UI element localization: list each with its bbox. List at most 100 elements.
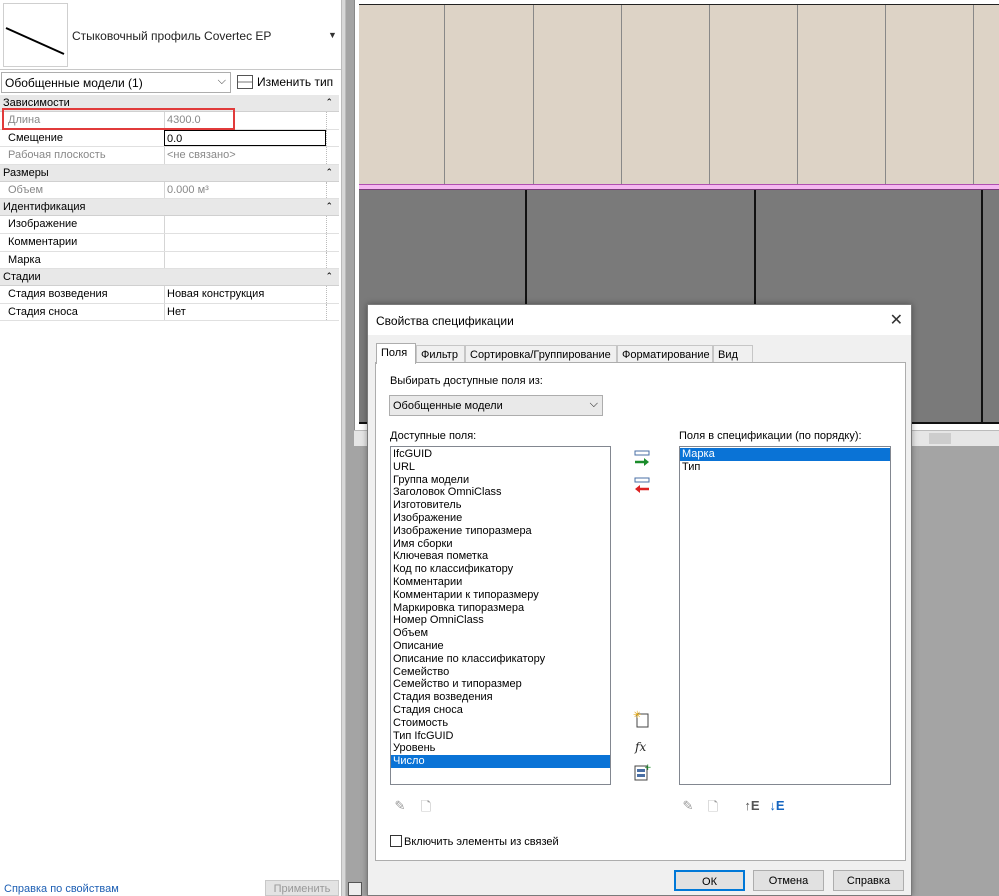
list-item[interactable]: Стадия возведения	[391, 691, 610, 704]
row-workplane: Рабочая плоскость <не связано>	[0, 147, 339, 165]
panel-joint	[621, 5, 622, 187]
tab-appearance[interactable]: Вид	[713, 345, 753, 363]
list-item[interactable]: IfcGUID	[391, 448, 610, 461]
delete-parameter-icon[interactable]: 🗋	[416, 798, 436, 816]
list-item[interactable]: Изображение	[391, 512, 610, 525]
comments-value[interactable]	[164, 233, 326, 251]
image-label: Изображение	[8, 218, 78, 231]
properties-palette: Стыковочный профиль Covertec EP ▼ Обобще…	[0, 0, 341, 896]
list-item[interactable]: Тип IfcGUID	[391, 730, 610, 743]
view-control-button[interactable]	[348, 882, 362, 896]
length-highlight-frame	[2, 108, 235, 130]
list-item[interactable]: Изготовитель	[391, 499, 610, 512]
row-end	[326, 129, 339, 147]
collapse-icon[interactable]: ⌃	[325, 271, 333, 282]
phase-created-value[interactable]: Новая конструкция	[164, 286, 326, 303]
group-phasing[interactable]: Стадии ⌃	[0, 269, 339, 287]
properties-help-link[interactable]: Справка по свойствам	[4, 883, 119, 895]
list-item[interactable]: Семейство	[391, 666, 610, 679]
list-item[interactable]: Номер OmniClass	[391, 614, 610, 627]
help-button[interactable]: Справка	[833, 870, 904, 891]
tab-formatting[interactable]: Форматирование	[617, 345, 713, 363]
list-item[interactable]: Стадия сноса	[391, 704, 610, 717]
delete-parameter-icon[interactable]: 🗋	[703, 798, 723, 816]
list-item[interactable]: Комментарии	[391, 576, 610, 589]
move-up-icon[interactable]: ↑E	[740, 798, 764, 816]
row-end	[326, 112, 339, 129]
dialog-titlebar[interactable]: Свойства спецификации ✕	[368, 305, 911, 335]
apply-button[interactable]: Применить	[265, 880, 339, 896]
phase-demolished-value[interactable]: Нет	[164, 303, 326, 321]
group-dimensions[interactable]: Размеры ⌃	[0, 164, 339, 182]
offset-input[interactable]: 0.0	[164, 129, 326, 147]
collapse-icon[interactable]: ⌃	[325, 97, 333, 108]
ok-button[interactable]: ОК	[674, 870, 745, 891]
list-item[interactable]: Марка	[680, 448, 890, 461]
dropdown-arrow-icon[interactable]: ▼	[328, 30, 337, 40]
fields-tab-page: Выбирать доступные поля из: Обобщенные м…	[375, 362, 906, 861]
list-item[interactable]: Число	[391, 755, 610, 768]
combine-parameters-button[interactable]: +	[632, 762, 652, 782]
cancel-button[interactable]: Отмена	[753, 870, 824, 891]
list-item[interactable]: Код по классификатору	[391, 563, 610, 576]
edit-type-icon	[237, 75, 253, 89]
list-item[interactable]: Семейство и типоразмер	[391, 678, 610, 691]
group-label: Размеры	[3, 166, 49, 179]
edit-parameter-icon[interactable]: ✎	[390, 798, 410, 816]
add-field-button[interactable]	[632, 449, 652, 469]
schedule-properties-dialog: Свойства спецификации ✕ Поля Фильтр Сорт…	[367, 304, 912, 896]
element-filter-dropdown[interactable]: Обобщенные модели (1) ⌵	[1, 72, 231, 93]
row-end	[326, 147, 339, 164]
list-item[interactable]: Группа модели	[391, 474, 610, 487]
edit-parameter-icon[interactable]: ✎	[678, 798, 698, 816]
combine-parameters-icon: +	[634, 763, 652, 781]
list-item[interactable]: Маркировка типоразмера	[391, 602, 610, 615]
calculated-value-button[interactable]: fx	[634, 736, 654, 756]
group-label: Стадии	[3, 271, 41, 284]
move-down-icon[interactable]: ↓E	[765, 798, 789, 816]
available-fields-list[interactable]: IfcGUID URL Группа модели Заголовок OmniCla…	[390, 446, 611, 785]
volume-label: Объем	[8, 183, 44, 196]
chevron-down-icon: ⌵	[217, 75, 226, 87]
properties-footer: Справка по свойствам Применить	[0, 880, 341, 896]
scrollbar-thumb[interactable]	[929, 433, 951, 444]
list-item[interactable]: Уровень	[391, 742, 610, 755]
row-phase-created: Стадия возведения Новая конструкция	[0, 286, 339, 304]
list-item[interactable]: Тип	[680, 461, 890, 474]
category-dropdown[interactable]: Обобщенные модели ⌵	[389, 395, 603, 416]
list-item[interactable]: Ключевая пометка	[391, 550, 610, 563]
include-links-label: Включить элементы из связей	[404, 836, 559, 848]
remove-field-button[interactable]	[632, 476, 652, 496]
list-item[interactable]: Изображение типоразмера	[391, 525, 610, 538]
list-item[interactable]: Заголовок OmniClass	[391, 486, 610, 499]
scheduled-fields-list[interactable]: Марка Тип	[679, 446, 891, 785]
include-links-checkbox[interactable]: Включить элементы из связей	[390, 835, 559, 848]
group-identity[interactable]: Идентификация ⌃	[0, 199, 339, 217]
image-value[interactable]	[164, 216, 326, 233]
collapse-icon[interactable]: ⌃	[325, 167, 333, 178]
close-icon[interactable]: ✕	[890, 310, 903, 330]
filter-value: Обобщенные модели (1)	[5, 76, 143, 90]
list-item[interactable]: Комментарии к типоразмеру	[391, 589, 610, 602]
category-value: Обобщенные модели	[393, 400, 503, 412]
mark-value[interactable]	[164, 251, 326, 269]
tab-filter[interactable]: Фильтр	[416, 345, 465, 363]
volume-value: 0.000 м³	[164, 181, 326, 199]
new-parameter-button[interactable]: ✳	[632, 709, 652, 729]
collapse-icon[interactable]: ⌃	[325, 201, 333, 212]
phase-created-label: Стадия возведения	[8, 288, 108, 301]
row-end	[326, 303, 339, 321]
list-item[interactable]: Имя сборки	[391, 538, 610, 551]
comments-label: Комментарии	[8, 235, 78, 248]
tab-sorting[interactable]: Сортировка/Группирование	[465, 345, 617, 363]
type-selector[interactable]: Стыковочный профиль Covertec EP ▼	[0, 0, 341, 70]
edit-type-button[interactable]: Изменить тип	[235, 72, 339, 93]
list-item[interactable]: Стоимость	[391, 717, 610, 730]
list-item[interactable]: URL	[391, 461, 610, 474]
tab-fields[interactable]: Поля	[376, 343, 416, 364]
list-item[interactable]: Объем	[391, 627, 610, 640]
checkbox[interactable]	[390, 835, 402, 847]
list-item[interactable]: Описание по классификатору	[391, 653, 610, 666]
list-item[interactable]: Описание	[391, 640, 610, 653]
panel-joint	[444, 5, 445, 187]
